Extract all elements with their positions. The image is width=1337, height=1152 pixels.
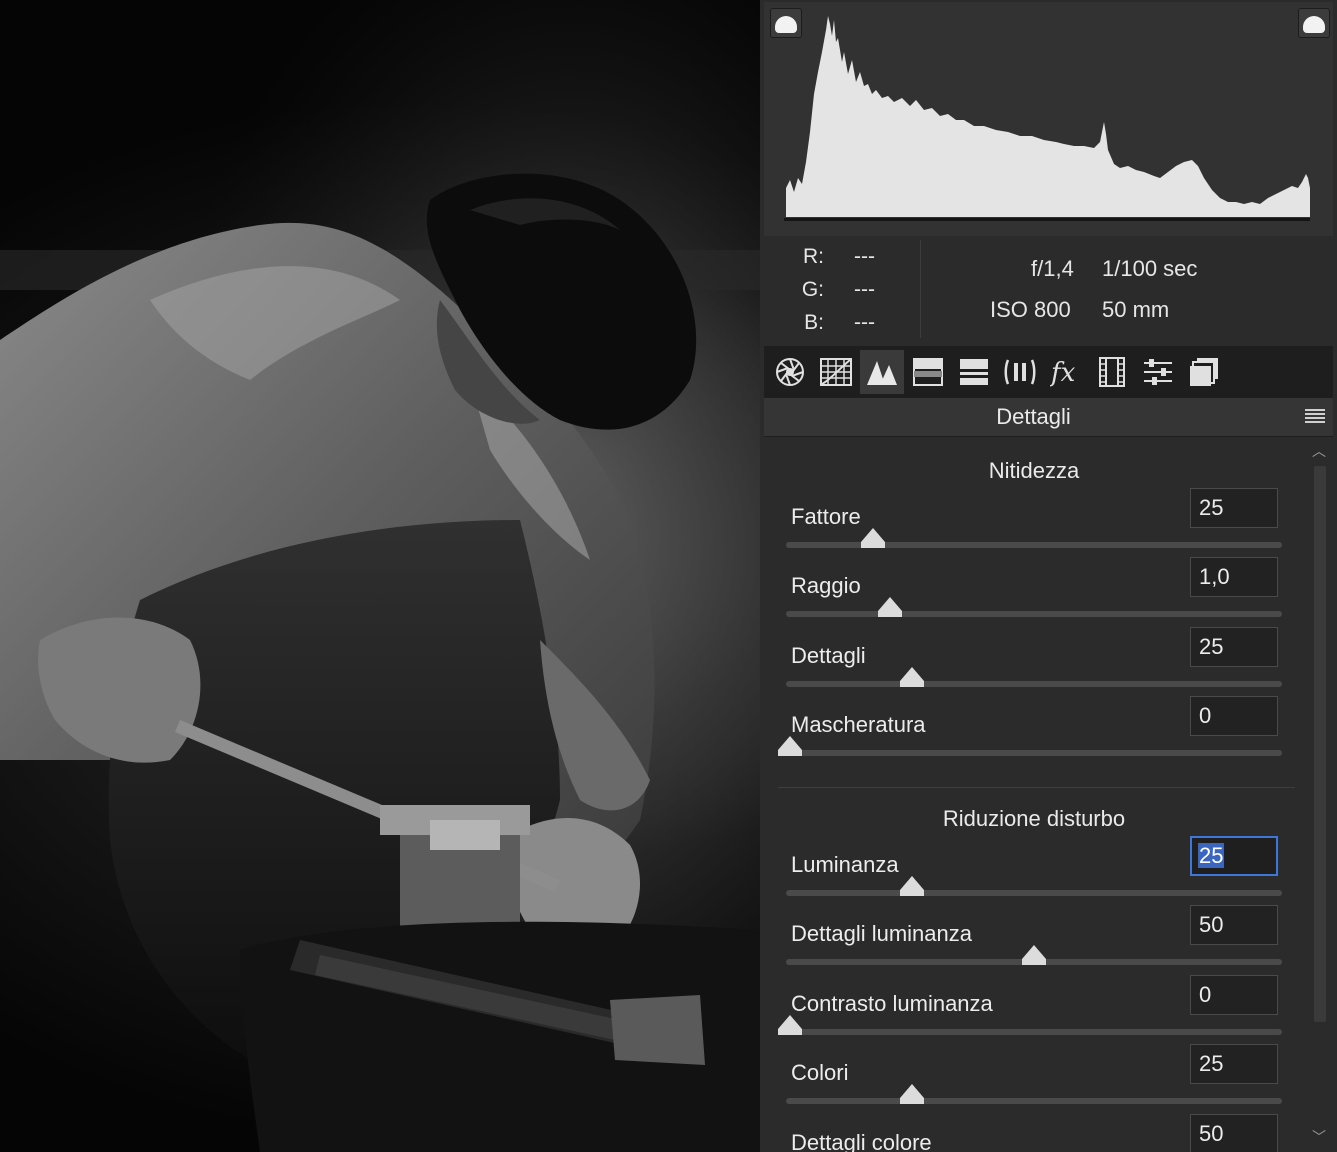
value-text: 25 [1199,633,1224,659]
panel-toolbar: fx [764,346,1333,398]
tool-detail[interactable] [860,350,904,394]
value-text: 25 [1199,495,1224,520]
film-strip-icon [1099,357,1125,387]
r-value: --- [854,245,875,268]
dettagli-value-field[interactable]: 25 [1190,626,1278,667]
hsl-gradient-icon [913,358,943,386]
presets-stack-icon [1190,358,1218,386]
tool-presets[interactable] [1136,350,1180,394]
tool-tone-curve[interactable] [814,350,858,394]
slider-label: Dettagli [791,642,866,668]
aperture-icon [776,358,804,386]
contrasto-luminanza-slider-thumb[interactable] [778,1014,802,1035]
clipping-warning-triangle-icon [1303,16,1325,33]
exif-focal: 50 mm [1102,297,1170,322]
g-label: G: [801,278,824,301]
panel-menu-button[interactable] [1305,409,1325,425]
mascheratura-slider-track[interactable] [786,750,1282,757]
raggio-slider-thumb[interactable] [878,597,903,618]
dettagli-slider-thumb[interactable] [900,666,924,687]
slider-label: Contrasto luminanza [791,990,993,1016]
scroll-down-arrow-icon[interactable]: ﹀ [1308,1126,1330,1148]
slider-label: Dettagli luminanza [791,921,972,947]
slider-label: Raggio [791,573,861,599]
scroll-up-arrow-icon[interactable]: ︿ [1308,440,1330,462]
value-text: 50 [1199,912,1224,938]
value-text: 1,0 [1199,564,1230,590]
fx-icon: fx [1050,358,1076,387]
fattore-value-field[interactable]: 25 [1190,488,1278,528]
photo-preview [0,0,760,1152]
dettagli-slider-track[interactable] [786,680,1282,687]
mascheratura-slider-thumb[interactable] [778,736,802,757]
tool-snapshots[interactable] [1182,350,1226,394]
value-text: 25 [1199,1051,1224,1077]
luminanza-slider-track[interactable] [786,890,1282,896]
value-text: 50 [1199,1120,1224,1146]
panel-title: Dettagli [996,404,1071,429]
dettagli-colore-value-field[interactable]: 50 [1190,1113,1278,1152]
b-value: --- [854,311,875,334]
sliders-icon [1144,359,1172,385]
grid-icon [820,358,852,386]
rgb-row-b: B: --- [790,306,875,339]
section-divider [778,787,1295,788]
luminanza-slider-thumb[interactable] [900,876,924,896]
rgb-row-r: R: --- [790,240,875,273]
raggio-value-field[interactable]: 1,0 [1190,557,1278,598]
slider-label: Dettagli colore [791,1129,932,1152]
rgb-readout: R: --- G: --- B: --- [790,240,875,339]
fattore-slider-thumb[interactable] [860,528,885,548]
tool-lens[interactable] [998,350,1042,394]
tool-effects[interactable]: fx [1044,350,1088,394]
g-value: --- [854,278,875,301]
contrasto-luminanza-value-field[interactable]: 0 [1190,974,1278,1015]
svg-text:fx: fx [1050,358,1076,387]
scrollbar-thumb[interactable] [1314,466,1326,1022]
slider-label: Fattore [791,504,861,529]
slider-label: Luminanza [791,852,899,877]
r-label: R: [803,245,824,268]
histogram [764,2,1333,236]
detail-mountains-icon [867,361,897,385]
histogram-graph [784,16,1310,221]
slider-label: Mascheratura [791,712,926,738]
detail-panel-content: Nitidezza Fattore 25 Raggio 1,0 Dettagli 25 Ma… [764,438,1333,1152]
dettagli-luminanza-value-field[interactable]: 50 [1190,905,1278,946]
contrasto-luminanza-slider-track[interactable] [786,1028,1282,1035]
sharpening-title: Nitidezza [988,458,1080,483]
colori-slider-thumb[interactable] [900,1084,924,1105]
noise-reduction-title: Riduzione disturbo [942,806,1126,831]
clipping-warning-triangle-icon [775,16,797,33]
info-divider [920,240,921,338]
b-label: B: [804,311,824,334]
dettagli-luminanza-slider-thumb[interactable] [1022,945,1046,966]
menu-lines-icon [1305,409,1325,411]
tool-basic[interactable] [768,350,812,394]
tool-hsl[interactable] [906,350,950,394]
tool-camera-calibration[interactable] [1090,350,1134,394]
value-text: 25 [1198,843,1225,868]
exif-iso: ISO 800 [990,297,1071,322]
exif-shutter: 1/100 sec [1102,256,1198,281]
mascheratura-value-field[interactable]: 0 [1190,696,1278,737]
raggio-slider-track[interactable] [786,611,1282,618]
exif-aperture: f/1,4 [1031,256,1074,281]
right-panel: R: --- G: --- B: --- f/1,4 1/100 sec ISO… [760,0,1337,1152]
value-text: 0 [1199,981,1212,1007]
blacksmith-photo [0,0,760,1152]
colori-slider-track[interactable] [786,1098,1282,1105]
lens-corrections-icon [1004,359,1036,385]
rgb-row-g: G: --- [790,273,875,306]
value-text: 0 [1199,703,1212,729]
colori-value-field[interactable]: 25 [1190,1044,1278,1085]
slider-label: Colori [791,1060,849,1086]
shadow-clipping-button[interactable] [770,8,802,38]
panel-scrollbar[interactable]: ︿ ﹀ [1308,438,1330,1152]
tool-split-toning[interactable] [952,350,996,394]
highlight-clipping-button[interactable] [1298,8,1330,38]
split-toning-icon [960,359,988,385]
panel-header: Dettagli [764,398,1333,437]
luminanza-value-field[interactable]: 25 [1190,836,1278,876]
